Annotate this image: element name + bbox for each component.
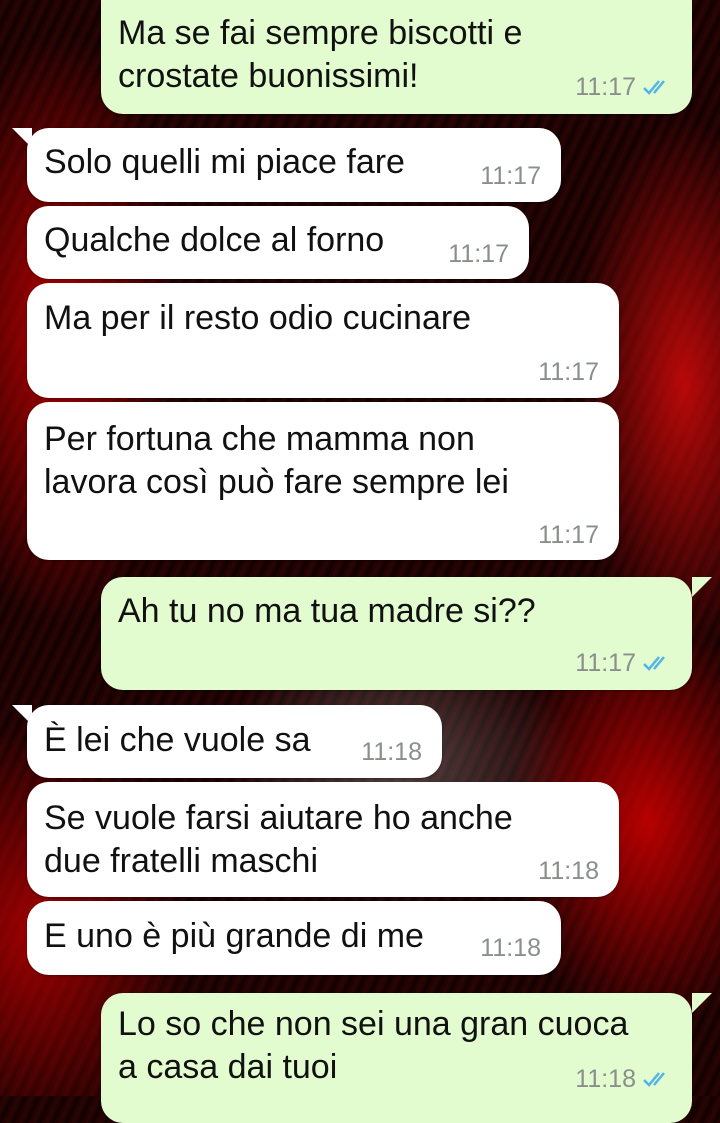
message-text: Per fortuna che mamma non lavora così pu…	[44, 420, 509, 501]
bubble-tail	[692, 993, 712, 1013]
message-time: 11:17	[448, 240, 509, 268]
double-check-icon	[643, 80, 665, 95]
message-text: Ah tu no ma tua madre si??	[118, 592, 536, 630]
message-text: Ma per il resto odio cucinare	[44, 299, 472, 337]
bubble-tail	[692, 577, 712, 597]
message-text: E uno è più grande di me	[44, 917, 424, 955]
incoming-message[interactable]: Se vuole farsi aiutare ho anche due frat…	[27, 782, 619, 897]
outgoing-message[interactable]: Ah tu no ma tua madre si?? 11:17	[101, 577, 692, 690]
incoming-message[interactable]: Qualche dolce al forno 11:17	[27, 206, 529, 279]
message-time: 11:17	[575, 73, 636, 101]
incoming-message[interactable]: È lei che vuole sa 11:18	[27, 705, 442, 778]
message-text: Se vuole farsi aiutare ho anche due frat…	[44, 799, 513, 880]
message-time: 11:18	[480, 934, 541, 962]
incoming-message[interactable]: E uno è più grande di me 11:18	[27, 901, 561, 975]
message-meta: 11:17	[538, 357, 599, 387]
double-check-icon	[643, 1072, 665, 1087]
message-meta: 11:17	[575, 648, 672, 678]
message-meta: 11:18	[480, 933, 541, 963]
message-text: Qualche dolce al forno	[44, 221, 385, 259]
message-meta: 11:18	[361, 737, 422, 767]
message-time: 11:17	[575, 649, 636, 677]
incoming-message[interactable]: Per fortuna che mamma non lavora così pu…	[27, 402, 619, 560]
message-time: 11:17	[538, 358, 599, 386]
chat-thread: Ma se fai sempre biscotti e crostate buo…	[0, 0, 720, 1123]
message-text: È lei che vuole sa	[44, 721, 311, 759]
message-meta: 11:17	[575, 72, 672, 102]
incoming-message[interactable]: Solo quelli mi piace fare 11:17	[27, 128, 561, 202]
message-time: 11:18	[575, 1065, 636, 1093]
outgoing-message[interactable]: Lo so che non sei una gran cuoca a casa …	[101, 993, 692, 1123]
message-meta: 11:17	[448, 239, 509, 269]
message-meta: 11:18	[575, 1064, 672, 1094]
message-meta: 11:17	[480, 161, 541, 191]
message-time: 11:18	[361, 738, 422, 766]
double-check-icon	[643, 656, 665, 671]
message-text: Solo quelli mi piace fare	[44, 143, 405, 181]
incoming-message[interactable]: Ma per il resto odio cucinare 11:17	[27, 283, 619, 398]
message-time: 11:17	[480, 162, 541, 190]
message-meta: 11:18	[538, 856, 599, 886]
message-time: 11:17	[538, 521, 599, 549]
outgoing-message[interactable]: Ma se fai sempre biscotti e crostate buo…	[101, 0, 692, 114]
message-time: 11:18	[538, 857, 599, 885]
message-text: Lo so che non sei una gran cuoca a casa …	[118, 1005, 629, 1086]
message-meta: 11:17	[538, 520, 599, 550]
message-text: Ma se fai sempre biscotti e crostate buo…	[118, 14, 523, 95]
